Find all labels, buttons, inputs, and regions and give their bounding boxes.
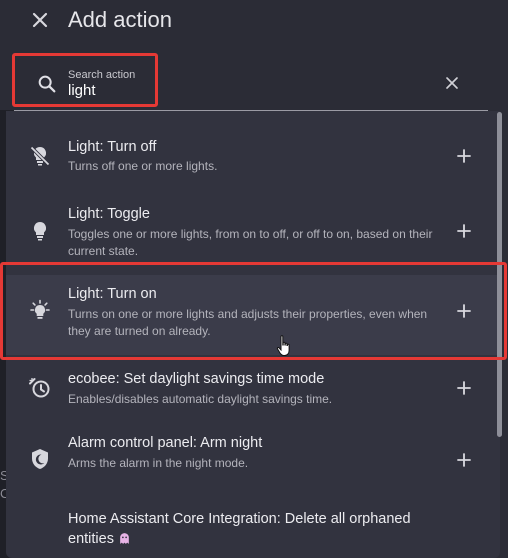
action-description: Toggles one or more lights, from on to o…: [68, 227, 433, 258]
clear-search-button[interactable]: [442, 73, 462, 93]
plus-icon: [457, 304, 471, 318]
ghost-icon: [118, 532, 131, 545]
shield-moon-icon: [28, 447, 52, 471]
lightbulb-icon: [28, 219, 52, 243]
close-icon: [32, 12, 48, 28]
lightbulb-off-icon: [28, 144, 52, 168]
action-description: Arms the alarm in the night mode.: [68, 456, 249, 470]
lightbulb-on-icon: [28, 299, 52, 323]
search-icon: [36, 73, 58, 95]
list-item-ecobee-daylight-savings[interactable]: ecobee: Set daylight savings time mode E…: [6, 355, 500, 419]
clock-alert-icon: [28, 376, 52, 400]
plus-icon: [457, 224, 471, 238]
clear-icon: [446, 77, 458, 89]
plus-icon: [457, 149, 471, 163]
action-title: Light: Turn on: [68, 286, 157, 302]
action-title: Light: Turn off: [68, 139, 157, 155]
list-item-delete-orphaned-entities[interactable]: Home Assistant Core Integration: Delete …: [6, 499, 500, 558]
action-description: Enables/disables automatic daylight savi…: [68, 392, 333, 406]
plus-icon: [457, 381, 471, 395]
list-scrollbar[interactable]: [497, 112, 502, 437]
list-item-light-turn-off[interactable]: Light: Turn off Turns off one or more li…: [6, 111, 500, 195]
dialog-header: Add action Search action: [0, 0, 508, 111]
close-dialog-button[interactable]: [28, 8, 52, 32]
add-action-button[interactable]: [454, 378, 474, 398]
add-action-button[interactable]: [454, 221, 474, 241]
action-title-wrapper: Home Assistant Core Integration: Delete …: [68, 509, 428, 549]
dialog-title: Add action: [68, 7, 172, 32]
add-action-button[interactable]: [454, 301, 474, 321]
add-action-button[interactable]: [454, 146, 474, 166]
list-item-light-toggle[interactable]: Light: Toggle Toggles one or more lights…: [6, 195, 500, 271]
action-title: ecobee: Set daylight savings time mode: [68, 371, 325, 387]
list-item-light-turn-on[interactable]: Light: Turn on Turns on one or more ligh…: [6, 275, 500, 355]
action-title: Light: Toggle: [68, 206, 150, 222]
add-action-button[interactable]: [454, 450, 474, 470]
action-description: Turns off one or more lights.: [68, 159, 218, 173]
plus-icon: [457, 453, 471, 467]
action-description: Turns on one or more lights and adjusts …: [68, 307, 428, 338]
action-list: Light: Turn off Turns off one or more li…: [6, 111, 500, 558]
search-label: Search action: [68, 69, 136, 81]
action-title: Alarm control panel: Arm night: [68, 435, 263, 451]
search-field[interactable]: Search action: [14, 55, 488, 111]
search-input[interactable]: [68, 82, 368, 99]
list-item-alarm-arm-night[interactable]: Alarm control panel: Arm night Arms the …: [6, 419, 500, 499]
